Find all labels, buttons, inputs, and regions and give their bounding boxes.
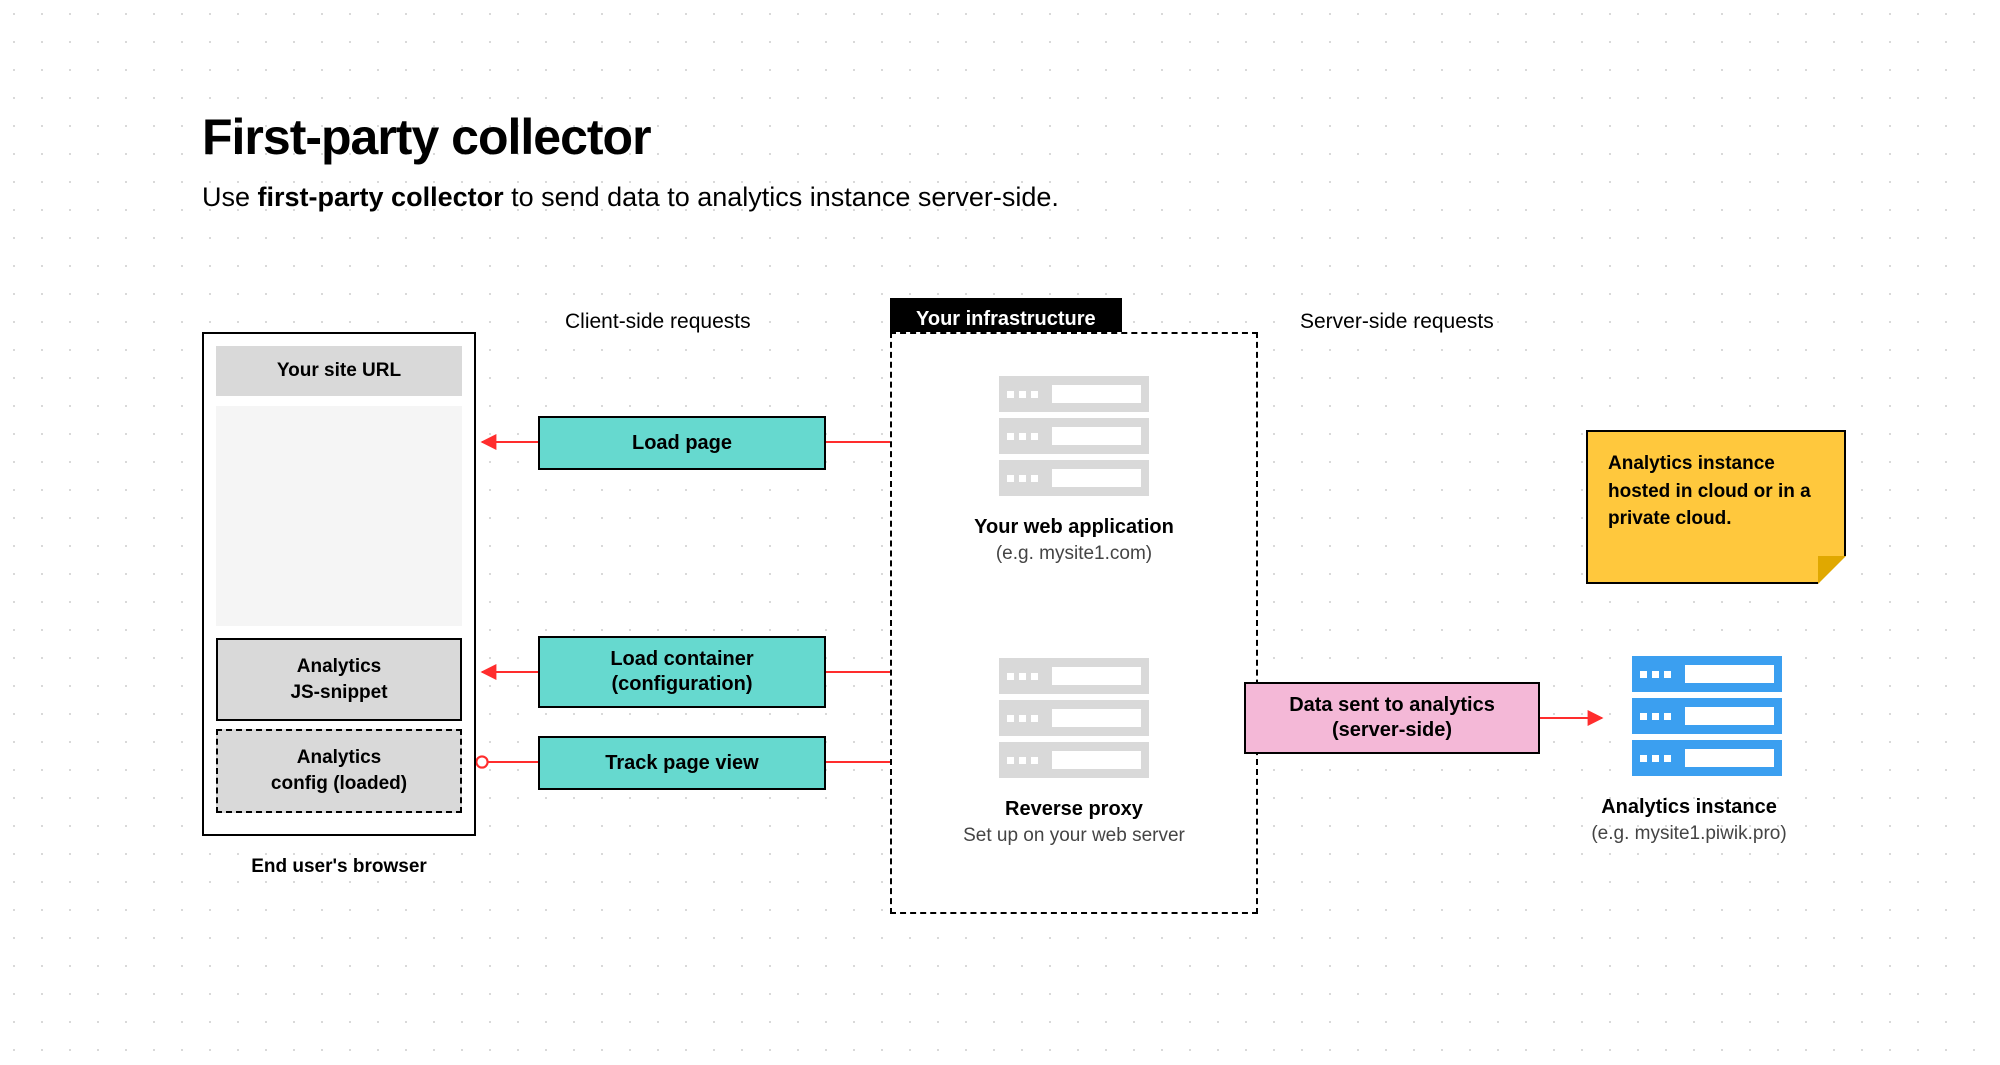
subtitle-suffix: to send data to analytics instance serve… — [504, 182, 1059, 212]
pill-load-container: Load container (configuration) — [538, 636, 826, 708]
analytics-title: Analytics instance — [1579, 794, 1799, 821]
server-row — [999, 700, 1149, 736]
browser-body — [216, 406, 462, 626]
pill-track-page-view: Track page view — [538, 736, 826, 790]
proxy-sub: Set up on your web server — [963, 823, 1185, 849]
server-row — [1632, 656, 1782, 692]
webapp-sub: (e.g. mysite1.com) — [974, 541, 1174, 567]
analytics-caption: Analytics instance (e.g. mysite1.piwik.p… — [1579, 794, 1799, 847]
server-row — [999, 376, 1149, 412]
label-server-side: Server-side requests — [1300, 310, 1494, 334]
proxy-caption: Reverse proxy Set up on your web server — [963, 796, 1185, 849]
subtitle-prefix: Use — [202, 182, 258, 212]
pill-data-sent: Data sent to analytics (server-side) — [1244, 682, 1540, 754]
server-stack-proxy: Reverse proxy Set up on your web server — [892, 658, 1256, 849]
block-js-snippet: Analytics JS-snippet — [216, 638, 462, 721]
block-config-loaded: Analytics config (loaded) — [216, 729, 462, 812]
sticky-note: Analytics instance hosted in cloud or in… — [1586, 430, 1846, 584]
page-title: First-party collector — [202, 108, 651, 166]
subtitle-bold: first-party collector — [258, 182, 504, 212]
analytics-sub: (e.g. mysite1.piwik.pro) — [1579, 821, 1799, 847]
server-row — [1632, 740, 1782, 776]
server-row — [999, 742, 1149, 778]
browser-url-bar: Your site URL — [216, 346, 462, 396]
infra-box: Your web application (e.g. mysite1.com) … — [890, 332, 1258, 914]
webapp-title: Your web application — [974, 514, 1174, 541]
server-row — [999, 418, 1149, 454]
server-row — [999, 658, 1149, 694]
server-row — [999, 460, 1149, 496]
server-stack-webapp: Your web application (e.g. mysite1.com) — [892, 376, 1256, 567]
label-client-side: Client-side requests — [565, 310, 751, 334]
webapp-caption: Your web application (e.g. mysite1.com) — [974, 514, 1174, 567]
browser-box: Your site URL Analytics JS-snippet Analy… — [202, 332, 476, 836]
pill-load-page: Load page — [538, 416, 826, 470]
server-row — [1632, 698, 1782, 734]
page-subtitle: Use first-party collector to send data t… — [202, 182, 1059, 213]
browser-caption: End user's browser — [202, 856, 476, 878]
proxy-title: Reverse proxy — [963, 796, 1185, 823]
server-stack-analytics: Analytics instance (e.g. mysite1.piwik.p… — [1614, 656, 1799, 847]
